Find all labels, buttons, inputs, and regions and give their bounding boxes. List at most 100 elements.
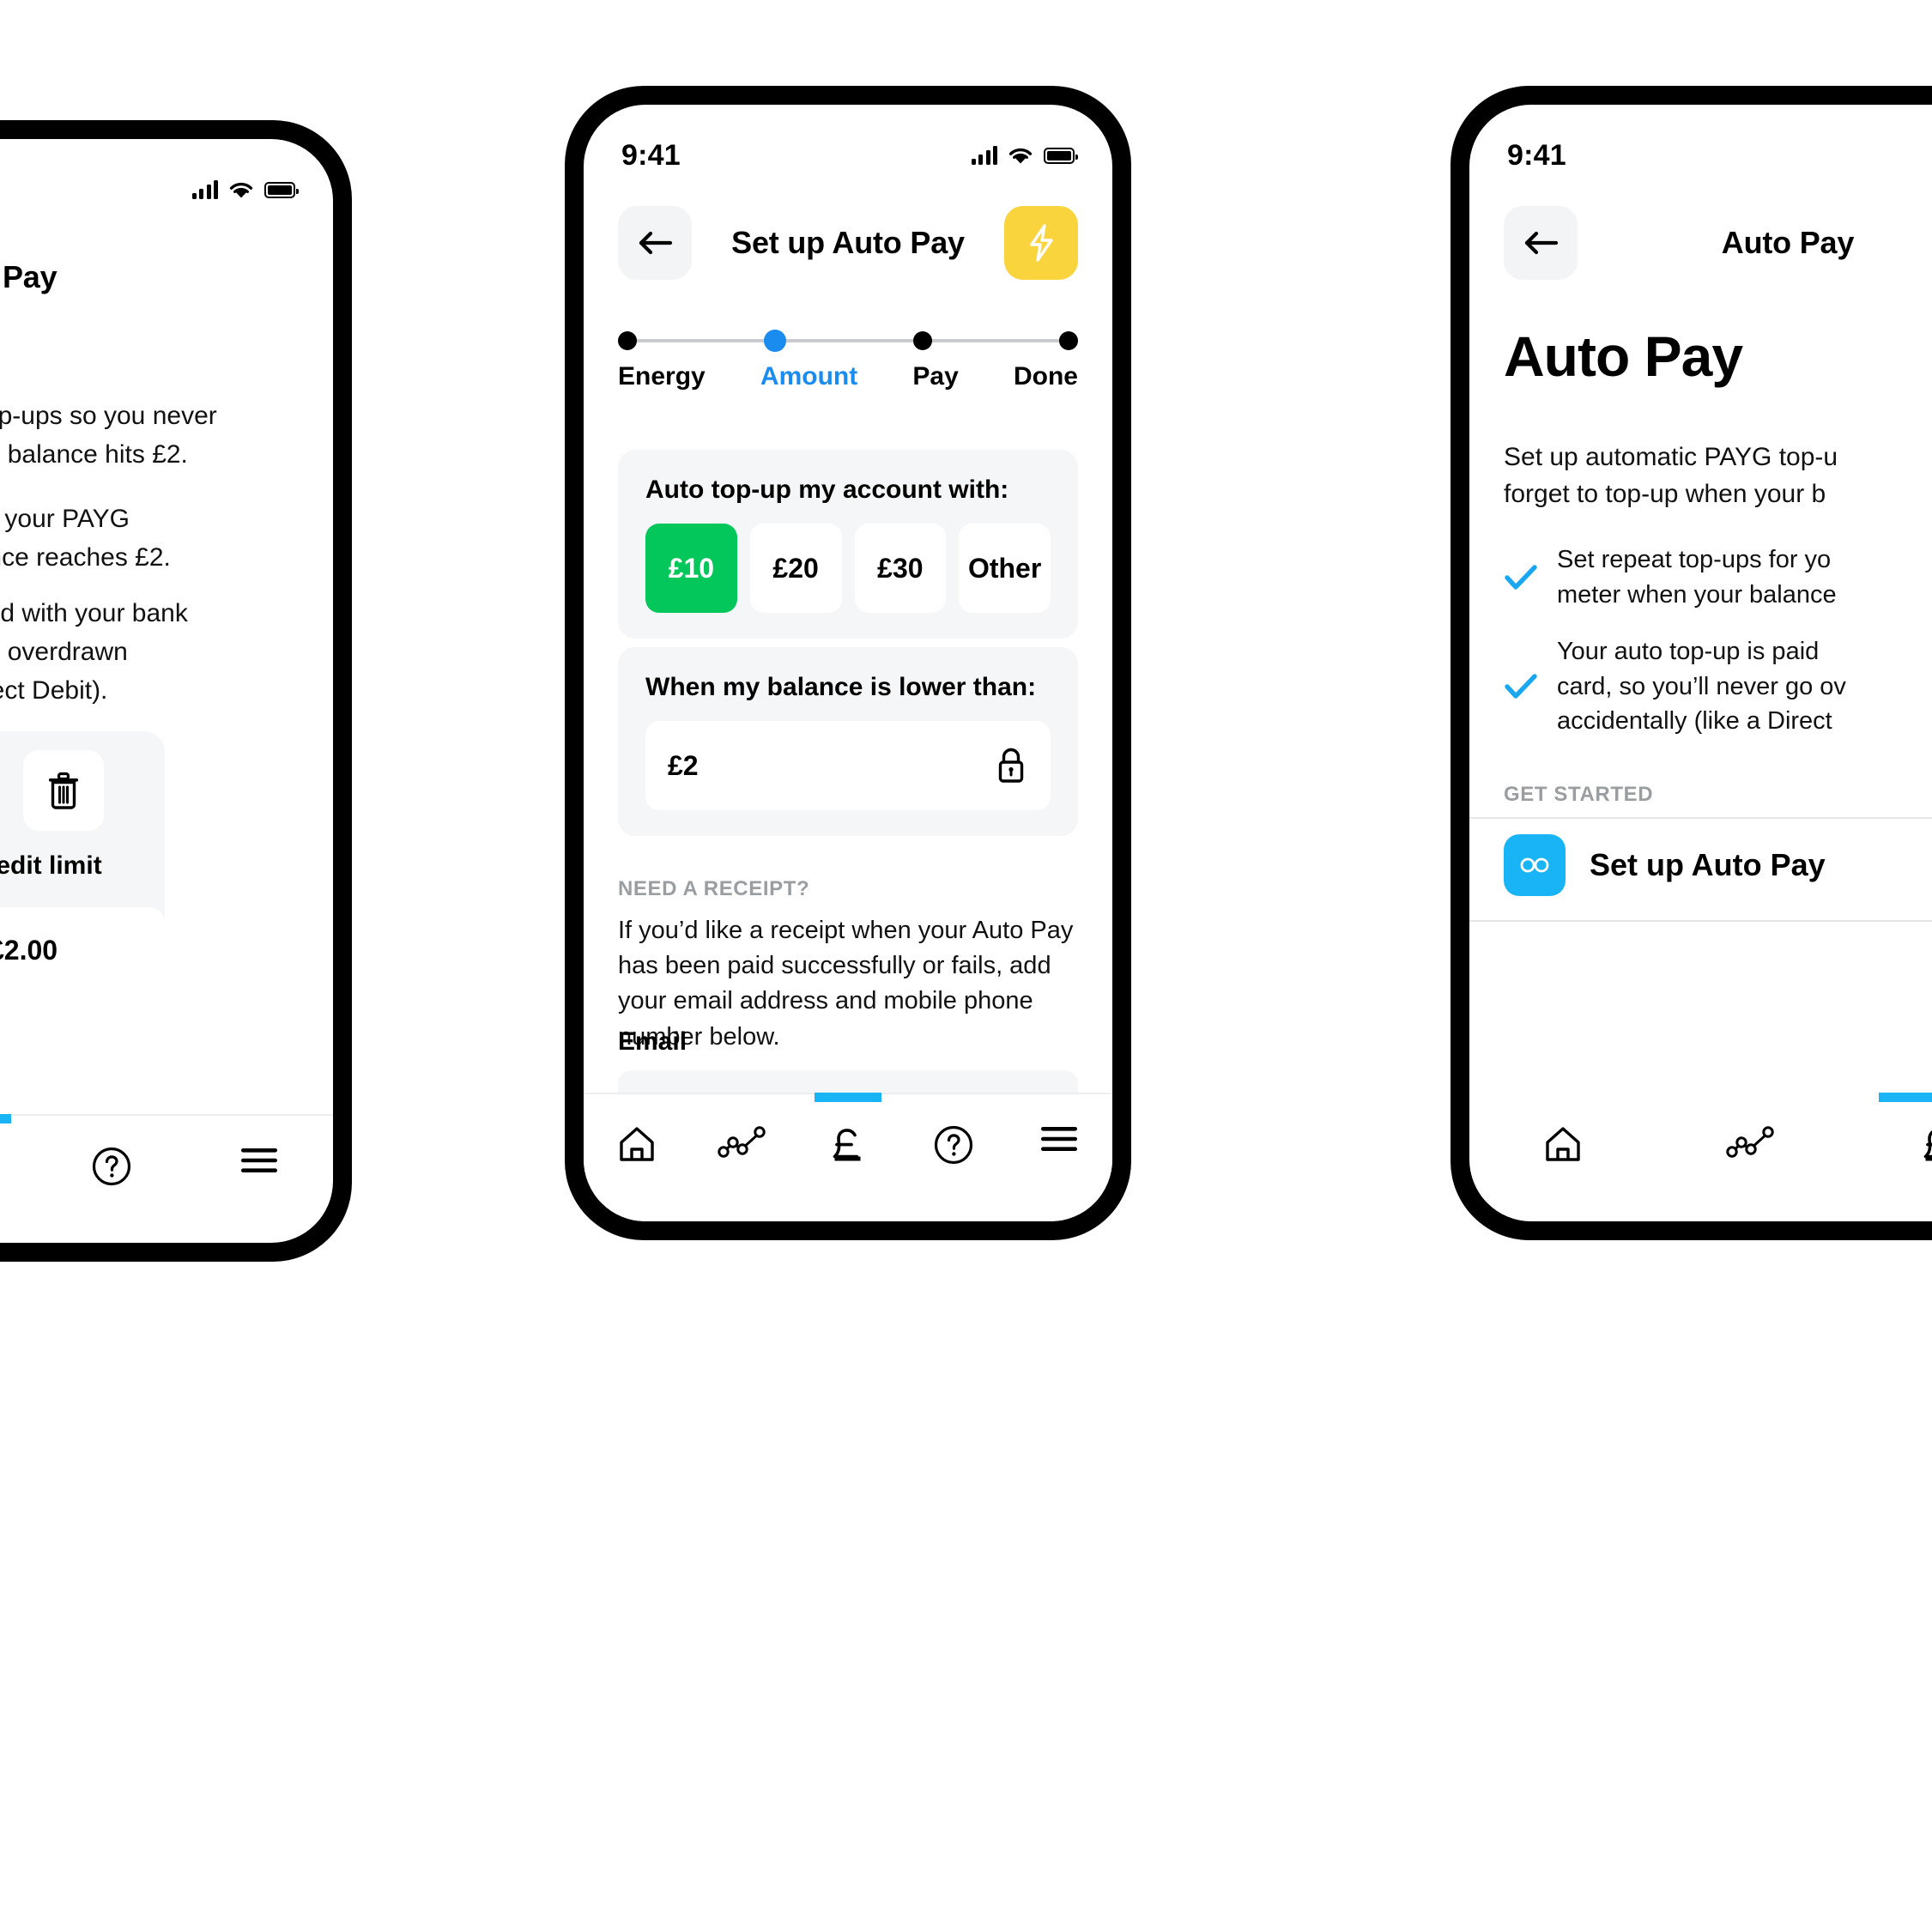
topup-amount-card: Auto top-up my account with: £10 £20 £30… xyxy=(618,450,1078,639)
step-dot-pay[interactable] xyxy=(913,331,932,350)
question-circle-icon xyxy=(92,1147,131,1186)
credit-limit-value[interactable]: £2.00 xyxy=(0,907,165,993)
topup-amount-title: Auto top-up my account with: xyxy=(645,475,1009,504)
tab-usage[interactable] xyxy=(1657,1123,1845,1160)
divider-bottom xyxy=(1469,920,1932,922)
credit-limit-label: Credit limit xyxy=(0,851,102,880)
stepper-dots xyxy=(618,330,1078,352)
center-navbar: Set up Auto Pay xyxy=(584,206,1112,280)
left-navbar: Auto Pay xyxy=(0,240,333,314)
pound-icon xyxy=(833,1129,861,1161)
tab-menu[interactable] xyxy=(185,1145,333,1176)
hamburger-menu-icon xyxy=(241,1148,277,1172)
page-title: Auto Pay xyxy=(0,259,58,294)
list-item-text: Set repeat top-ups for yo meter when you… xyxy=(1557,546,1837,609)
phone-center: 9:41 Set up Auto Pay Energy Amount Pay D… xyxy=(565,86,1131,1240)
step-label-done: Done xyxy=(1013,362,1078,391)
phone-right: 9:41 Auto Pay Auto Pay Set up automatic … xyxy=(1451,86,1932,1240)
step-label-amount: Amount xyxy=(760,362,858,391)
receipt-eyebrow: NEED A RECEIPT? xyxy=(618,877,810,900)
amount-options: £10 £20 £30 Other xyxy=(645,524,1051,613)
stepper-labels: Energy Amount Pay Done xyxy=(618,362,1078,391)
amount-option-other[interactable]: Other xyxy=(959,524,1051,613)
list-item: Set repeat top-ups for yo meter when you… xyxy=(1504,542,1932,612)
signal-bars-icon xyxy=(191,180,218,199)
list-item-text: Your auto top-up is paid card, so you’ll… xyxy=(1557,638,1846,736)
status-icons xyxy=(191,180,299,199)
tab-home[interactable] xyxy=(1469,1123,1657,1165)
get-started-eyebrow: GET STARTED xyxy=(1504,783,1654,806)
balance-threshold-title: When my balance is lower than: xyxy=(645,673,1037,701)
left-paragraph-3: p-up is paid with your bank ll never go … xyxy=(0,599,188,705)
lightning-bolt-icon xyxy=(1030,224,1053,262)
right-navbar: Auto Pay xyxy=(1469,206,1932,280)
set-up-auto-pay-label: Set up Auto Pay xyxy=(1590,847,1826,882)
phone-left-screen: Auto Pay c PAYG top-ups so you never whe… xyxy=(0,139,333,1243)
intro-paragraph: Set up automatic PAYG top-u forget to to… xyxy=(1504,443,1838,508)
screenshot-canvas: Auto Pay c PAYG top-ups so you never whe… xyxy=(0,0,1932,1932)
back-button[interactable] xyxy=(618,206,692,280)
home-icon xyxy=(619,1127,654,1161)
tab-help[interactable] xyxy=(901,1123,1007,1166)
step-label-energy: Energy xyxy=(618,362,706,391)
wifi-icon xyxy=(229,181,253,199)
status-bar: 9:41 xyxy=(584,105,1112,184)
right-tabbar xyxy=(1469,1093,1932,1221)
benefits-list: Set repeat top-ups for yo meter when you… xyxy=(1504,542,1932,761)
tab-pound[interactable] xyxy=(795,1093,900,1168)
amount-option-30[interactable]: £30 xyxy=(854,524,947,613)
status-bar xyxy=(0,139,333,218)
phone-center-screen: 9:41 Set up Auto Pay Energy Amount Pay D… xyxy=(584,105,1112,1221)
step-dot-amount[interactable] xyxy=(764,330,786,352)
boost-button[interactable] xyxy=(1004,206,1078,280)
tab-home[interactable] xyxy=(584,1123,689,1165)
step-dot-done[interactable] xyxy=(1059,331,1078,350)
balance-threshold-field[interactable]: £2 xyxy=(645,721,1051,810)
home-icon xyxy=(1546,1127,1581,1161)
back-button[interactable] xyxy=(1504,206,1578,280)
step-label-pay: Pay xyxy=(912,362,959,391)
tab-help[interactable] xyxy=(38,1145,185,1188)
phone-right-screen: 9:41 Auto Pay Auto Pay Set up automatic … xyxy=(1469,105,1932,1221)
amount-option-10[interactable]: £10 xyxy=(645,524,737,613)
infinity-icon xyxy=(1504,834,1566,896)
wifi-icon xyxy=(1008,147,1033,165)
step-dot-energy[interactable] xyxy=(618,331,637,350)
tab-pound[interactable] xyxy=(1844,1093,1932,1168)
line-chart-icon xyxy=(718,1126,766,1158)
set-up-auto-pay-row[interactable]: Set up Auto Pay xyxy=(1504,834,1826,896)
arrow-left-icon xyxy=(639,231,673,255)
signal-bars-icon xyxy=(971,146,997,165)
stepper-line xyxy=(633,339,1063,342)
lock-icon xyxy=(994,745,1028,786)
page-title: Auto Pay xyxy=(1721,225,1855,260)
arrow-left-icon xyxy=(1524,231,1559,255)
tabbar-hairline xyxy=(0,1114,333,1116)
left-tabbar xyxy=(0,1114,333,1243)
status-time: 9:41 xyxy=(1507,138,1566,172)
page-title: Set up Auto Pay xyxy=(731,225,965,260)
amount-option-20[interactable]: £20 xyxy=(749,524,842,613)
line-chart-icon xyxy=(1726,1126,1774,1158)
status-time: 9:41 xyxy=(621,138,681,172)
delete-button[interactable] xyxy=(23,750,104,831)
check-icon xyxy=(1504,563,1538,592)
tab-active-indicator xyxy=(1878,1093,1932,1102)
balance-threshold-value: £2 xyxy=(668,749,699,781)
status-bar: 9:41 xyxy=(1469,105,1932,184)
tab-menu[interactable] xyxy=(1007,1123,1112,1154)
divider-top xyxy=(1469,817,1932,819)
battery-icon xyxy=(264,181,299,198)
progress-stepper: Energy Amount Pay Done xyxy=(618,330,1078,391)
left-paragraph-1: c PAYG top-ups so you never when your ba… xyxy=(0,402,217,469)
tab-pound[interactable] xyxy=(0,1114,38,1190)
tab-usage[interactable] xyxy=(689,1123,795,1160)
status-icons xyxy=(971,146,1078,165)
trash-icon xyxy=(49,772,78,809)
balance-threshold-card: When my balance is lower than: £2 xyxy=(618,647,1078,836)
left-paragraph-2: op-ups for your PAYG your balance reache… xyxy=(0,505,171,572)
check-icon xyxy=(1504,672,1538,701)
phone-left: Auto Pay c PAYG top-ups so you never whe… xyxy=(0,120,352,1262)
pound-icon xyxy=(1923,1130,1932,1161)
page-heading: Auto Pay xyxy=(1504,324,1743,388)
